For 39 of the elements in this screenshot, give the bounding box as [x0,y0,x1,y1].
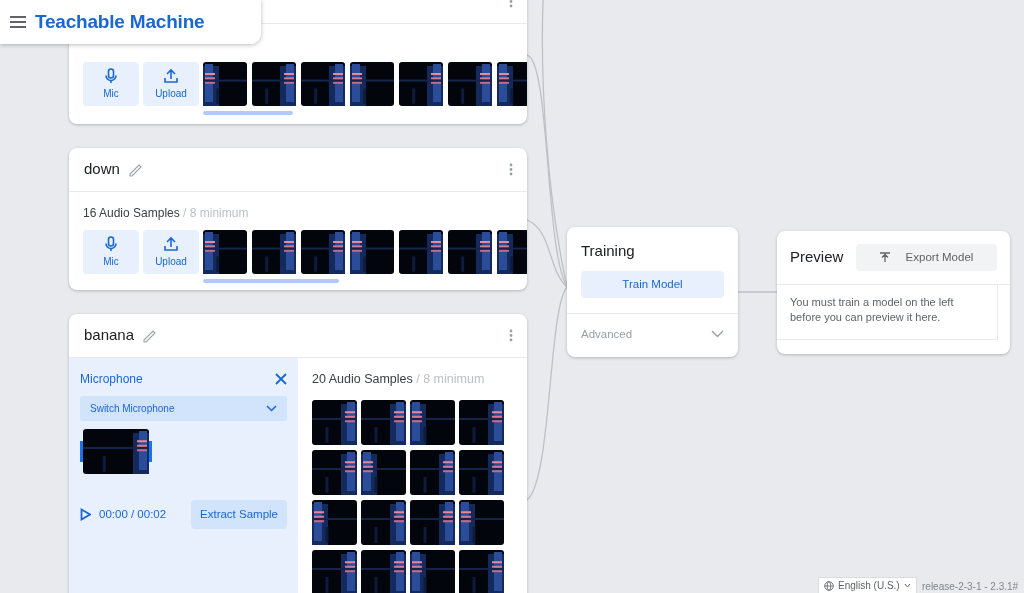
mic-icon [103,67,119,84]
mic-button[interactable]: Mic [83,62,139,106]
upload-icon [879,252,890,263]
more-icon[interactable] [509,163,513,176]
mic-button[interactable]: Mic [83,230,139,274]
globe-icon [824,580,834,591]
export-model-button[interactable]: Export Model [856,244,997,271]
sample-count: 16 Audio Samples / 8 minimum [83,205,250,222]
train-model-button[interactable]: Train Model [581,270,724,298]
connector-line [737,291,778,293]
upload-icon [163,235,179,252]
trim-handle[interactable] [80,441,83,462]
card-title: Training [581,241,636,261]
trim-handle[interactable] [149,441,152,462]
microphone-dropdown[interactable]: Switch Microphone [80,396,287,421]
close-icon[interactable] [275,373,287,385]
play-icon[interactable] [80,508,91,522]
upload-button[interactable]: Upload [143,230,199,274]
mic-icon [103,235,119,252]
version-text: release-2-3-1 - 2.3.1# [922,580,1019,593]
more-icon[interactable] [509,329,513,342]
caret-icon [903,583,911,588]
advanced-toggle[interactable]: Advanced [567,313,738,355]
language-selector[interactable]: English (U.S.) [818,577,917,593]
class-name: down [84,159,120,180]
app-title: Teachable Machine [35,9,205,34]
menu-icon[interactable] [10,16,26,28]
extract-sample-button[interactable]: Extract Sample [191,500,287,530]
class-name: banana [84,325,135,346]
preview-message: You must train a model on the left before you can preview it here. [790,295,955,325]
chevron-down-icon [266,405,277,412]
card-title: Preview [790,247,844,268]
scrollbar[interactable] [203,279,339,283]
upload-icon [163,67,179,84]
playback-time: 00:00 / 00:02 [99,507,167,522]
sample-count: 20 Audio Samples / 8 minimum [312,371,486,388]
scrollbar[interactable] [203,111,294,115]
panel-title: Microphone [80,371,143,388]
upload-button[interactable]: Upload [143,62,199,106]
